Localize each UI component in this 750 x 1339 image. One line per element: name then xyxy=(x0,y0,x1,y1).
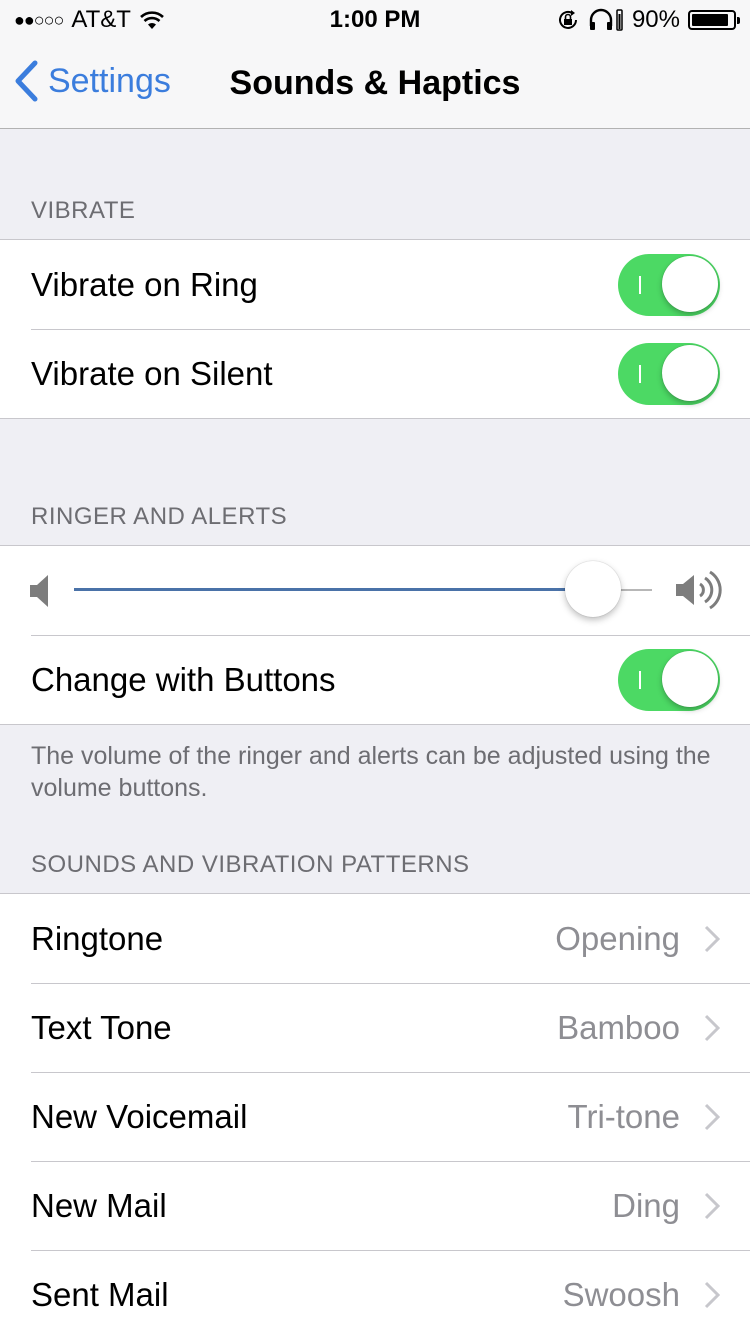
battery-icon xyxy=(688,10,740,30)
row-value: Ding xyxy=(612,1186,680,1224)
volume-slider-thumb[interactable] xyxy=(564,561,621,617)
orientation-lock-icon xyxy=(558,10,577,29)
volume-slider-fill xyxy=(74,588,593,591)
vibrate-on-silent-row: Vibrate on Silent xyxy=(0,329,750,418)
new-mail-row[interactable]: New Mail Ding xyxy=(0,1161,750,1250)
row-value: Swoosh xyxy=(562,1275,680,1313)
chevron-right-icon xyxy=(704,1281,720,1309)
row-label: New Voicemail xyxy=(31,1097,248,1135)
text-tone-row[interactable]: Text Tone Bamboo xyxy=(0,983,750,1072)
volume-low-icon xyxy=(30,575,48,607)
sounds-group: Ringtone Opening Text Tone Bamboo New Vo… xyxy=(0,893,750,1339)
section-header-vibrate: VIBRATE xyxy=(31,197,136,224)
row-label: New Mail xyxy=(31,1186,167,1224)
row-value: Opening xyxy=(555,919,680,957)
vibrate-on-ring-row: Vibrate on Ring xyxy=(0,240,750,329)
section-header-sounds: SOUNDS AND VIBRATION PATTERNS xyxy=(31,851,470,878)
chevron-right-icon xyxy=(704,1103,720,1131)
headphones-icon xyxy=(589,8,623,31)
vibrate-on-ring-toggle[interactable] xyxy=(618,253,720,316)
ringer-group: Change with Buttons xyxy=(0,545,750,725)
row-label: Sent Mail xyxy=(31,1275,169,1313)
row-value: Bamboo xyxy=(557,1008,680,1046)
sent-mail-row[interactable]: Sent Mail Swoosh xyxy=(0,1250,750,1339)
row-value: Tri-tone xyxy=(567,1097,680,1135)
chevron-right-icon xyxy=(704,1192,720,1220)
row-label: Vibrate on Silent xyxy=(31,354,273,392)
row-label: Ringtone xyxy=(31,919,164,957)
volume-high-icon xyxy=(676,570,722,610)
ringtone-row[interactable]: Ringtone Opening xyxy=(0,894,750,983)
row-label: Text Tone xyxy=(31,1008,172,1046)
chevron-right-icon xyxy=(704,1014,720,1042)
page-title: Sounds & Haptics xyxy=(229,64,521,102)
change-with-buttons-toggle[interactable] xyxy=(618,648,720,711)
section-header-ringer: RINGER AND ALERTS xyxy=(31,503,288,530)
new-voicemail-row[interactable]: New Voicemail Tri-tone xyxy=(0,1072,750,1161)
vibrate-on-silent-toggle[interactable] xyxy=(618,342,720,405)
row-label: Vibrate on Ring xyxy=(31,265,258,303)
volume-slider-row xyxy=(0,546,750,635)
ringer-footer-text: The volume of the ringer and alerts can … xyxy=(31,742,711,802)
navigation-bar: Settings Sounds & Haptics xyxy=(0,40,750,129)
battery-percent: 90% xyxy=(631,6,680,33)
chevron-right-icon xyxy=(704,925,720,953)
vibrate-group: Vibrate on Ring Vibrate on Silent xyxy=(0,239,750,419)
status-bar: ●●○○○ AT&T 1:00 PM 90% xyxy=(0,0,750,40)
change-with-buttons-row: Change with Buttons xyxy=(0,635,750,724)
row-label: Change with Buttons xyxy=(31,660,336,698)
